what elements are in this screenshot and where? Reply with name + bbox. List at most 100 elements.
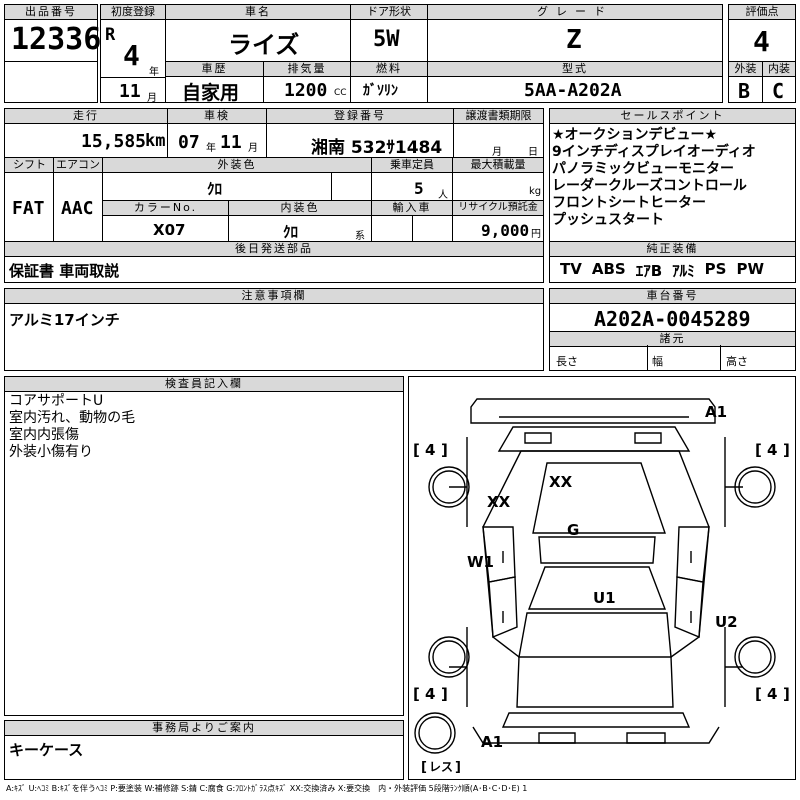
- reg-month: 11: [119, 81, 141, 102]
- lot-number-box: 出品番号 12336: [4, 4, 102, 62]
- capacity: 5: [414, 179, 424, 198]
- int-color-box: 内装色 ｸﾛ 系: [228, 200, 372, 242]
- color-no-label: カラーNo.: [102, 200, 229, 216]
- displacement-label: 排気量: [263, 61, 351, 77]
- chassis-number: A202A-0045289: [594, 307, 751, 331]
- score-box: 評価点 4: [728, 4, 796, 62]
- lot-number: 12336: [11, 22, 102, 57]
- equipment-item: ｴｱB: [635, 262, 663, 280]
- lot-number-label: 出品番号: [4, 4, 98, 20]
- tire-fl-mark: [: [413, 441, 420, 459]
- inspector-line: コアサポートU: [9, 393, 104, 409]
- int-rating-label: 内装: [762, 61, 796, 77]
- car-diagram: A1 XX XX G W1 U1 U2 A1 [ 4 ] [ 4 ] [ 4 ]…: [413, 398, 790, 775]
- int-rating-box: 内装 C: [762, 61, 796, 103]
- mileage: 15,585: [81, 131, 147, 152]
- reg-year: 4: [123, 39, 140, 72]
- mark-xx-roof: XX: [549, 473, 573, 491]
- equipment-item: ｱﾙﾐ: [672, 262, 695, 280]
- sales-points-label: セールスポイント: [549, 108, 796, 124]
- tire-rl-tread: 4: [425, 685, 435, 703]
- fuel-box: 燃料 ｶﾞｿﾘﾝ: [350, 61, 428, 103]
- mark-a1-bottom: A1: [481, 733, 503, 751]
- ext-rating-label: 外装: [728, 61, 763, 77]
- inspection-month-unit: 月: [248, 143, 258, 154]
- plate-box: 登録番号 湘南 532ｻ1484: [266, 108, 454, 158]
- recycle-box: リサイクル預託金 9,000 円: [452, 200, 544, 242]
- equipment-box: 純正装備 TV ABS ｴｱB ｱﾙﾐ PS PW: [549, 241, 796, 283]
- height-label: 高さ: [726, 355, 748, 368]
- notes-text: アルミ17インチ: [9, 311, 120, 329]
- tire-rr-mark-close: ]: [783, 685, 790, 703]
- shift: FAT: [12, 198, 45, 219]
- sales-point: フロントシートヒーター: [552, 195, 706, 211]
- plate: 湘南 532ｻ1484: [311, 138, 443, 158]
- inspection-year-unit: 年: [206, 143, 216, 154]
- first-registration-label: 初度登録: [100, 4, 166, 20]
- door-type: 5W: [373, 27, 400, 52]
- spec-label: 諸元: [549, 331, 796, 347]
- era: R: [105, 25, 116, 45]
- inspector-line: 室内汚れ、動物の毛: [9, 410, 136, 426]
- transfer-month: 月: [492, 147, 502, 158]
- legend: A:ｷｽﾞ U:ﾍｺﾐ B:ｷｽﾞを伴うﾍｺﾐ P:要塗装 W:補修跡 S:錆 …: [6, 784, 528, 793]
- office-label: 事務局よりご案内: [4, 720, 404, 736]
- history-label: 車歴: [165, 61, 264, 77]
- ext-color-box: 外装色 ｸﾛ: [102, 157, 372, 201]
- equipment-item: TV: [560, 260, 582, 278]
- displacement-box: 排気量 1200 CC: [263, 61, 351, 103]
- import-box: 輸入車: [371, 200, 453, 242]
- tire-rr-tread: 4: [767, 685, 777, 703]
- inspection-box: 車検 07 年 11 月: [167, 108, 267, 158]
- transfer-box: 譲渡書類期限 月 日: [453, 108, 544, 158]
- score-label: 評価点: [728, 4, 796, 20]
- ac: AAC: [61, 198, 94, 219]
- office-box: 事務局よりご案内 キーケース: [4, 720, 404, 780]
- car-diagram-box: A1 XX XX G W1 U1 U2 A1 [ 4 ] [ 4 ] [ 4 ]…: [408, 376, 796, 780]
- mileage-label: 走行: [4, 108, 168, 124]
- tire-fl-tread: 4: [425, 441, 435, 459]
- tire-fr-mark-close: ]: [783, 441, 790, 459]
- color-no-box: カラーNo. X07: [102, 200, 229, 242]
- chassis-label: 車台番号: [549, 288, 796, 304]
- tire-fl-mark-close: ]: [441, 441, 448, 459]
- notes-label: 注意事項欄: [4, 288, 544, 304]
- sales-points-box: セールスポイント ★オークションデビュー★ 9インチディスプレイオーディオ パノ…: [549, 108, 796, 242]
- after-parts-box: 後日発送部品 保証書 車両取説: [4, 241, 544, 283]
- displacement: 1200: [284, 80, 328, 101]
- ac-label: エアコン: [53, 157, 103, 173]
- ext-color: ｸﾛ: [207, 180, 223, 198]
- first-registration-box: 初度登録 R 4 年 11 月: [100, 4, 166, 104]
- recycle-unit: 円: [531, 229, 541, 240]
- mileage-box: 走行 15,585 km: [4, 108, 168, 158]
- shift-box: シフト FAT: [4, 157, 54, 242]
- office-text: キーケース: [9, 741, 84, 759]
- mark-u1: U1: [593, 589, 616, 607]
- fuel-label: 燃料: [350, 61, 428, 77]
- import-label: 輸入車: [371, 200, 453, 216]
- notes-box: 注意事項欄 アルミ17インチ: [4, 288, 544, 371]
- mark-a1-top: A1: [705, 403, 727, 421]
- sales-point: ★オークションデビュー★: [552, 127, 718, 143]
- chassis-box: 車台番号 A202A-0045289 諸元 長さ 幅 高さ: [549, 288, 796, 371]
- equipment-item: PS: [704, 260, 727, 278]
- shift-label: シフト: [4, 157, 54, 173]
- mark-u2: U2: [715, 613, 738, 631]
- after-parts: 保証書 車両取説: [9, 262, 120, 280]
- model-label: 型式: [427, 61, 723, 77]
- mark-g: G: [567, 521, 579, 539]
- equipment-item: ABS: [591, 260, 626, 278]
- capacity-box: 乗車定員 5 人: [371, 157, 453, 201]
- grade: Z: [566, 25, 582, 55]
- max-load-label: 最大積載量: [452, 157, 544, 173]
- inspection-label: 車検: [167, 108, 267, 124]
- int-color-label: 内装色: [228, 200, 372, 216]
- capacity-label: 乗車定員: [371, 157, 453, 173]
- ac-box: エアコン AAC: [53, 157, 103, 242]
- equipment-label: 純正装備: [549, 241, 796, 257]
- mark-xx-left: XX: [487, 493, 511, 511]
- car-name: ライズ: [228, 31, 300, 59]
- tire-rr-mark: [: [755, 685, 762, 703]
- inspection-month: 11: [220, 132, 242, 153]
- inspector-line: 外装小傷有り: [9, 444, 93, 460]
